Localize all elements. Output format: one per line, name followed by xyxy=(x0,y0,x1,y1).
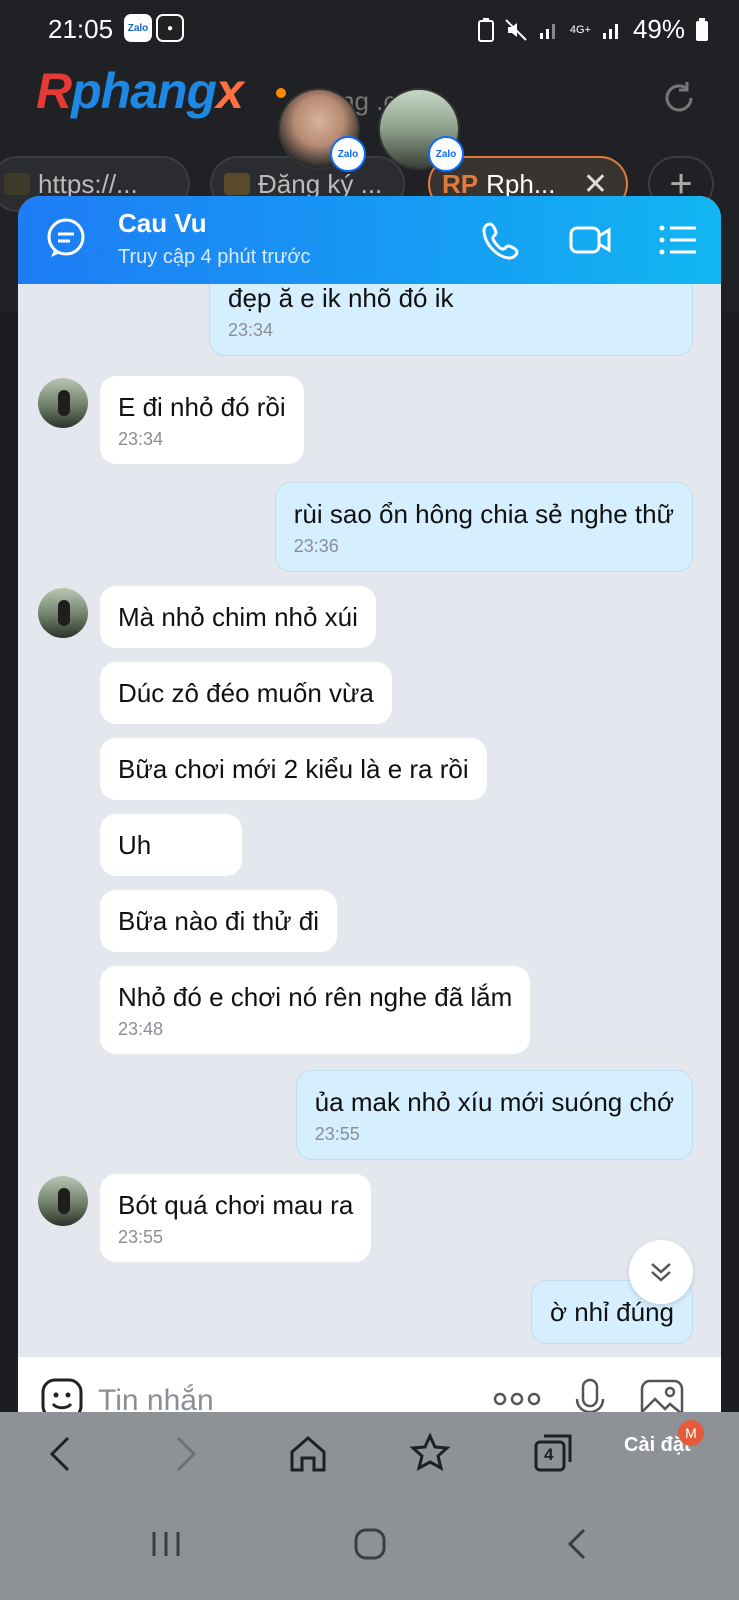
back-icon[interactable] xyxy=(40,1432,84,1476)
list-menu-icon[interactable] xyxy=(656,218,700,262)
browser-toolbar: 4 Cài đặt M xyxy=(0,1412,739,1492)
site-logo[interactable]: Rphangx xyxy=(36,62,244,120)
back-chevron-icon[interactable] xyxy=(556,1522,600,1566)
message-incoming[interactable]: Bữa chơi mới 2 kiểu là e ra rồi xyxy=(100,738,487,800)
message-text: E đi nhỏ đó rồi xyxy=(118,392,286,422)
status-time: 21:05 xyxy=(48,14,114,44)
message-time: 23:34 xyxy=(118,429,164,449)
zalo-badge-icon: Zalo xyxy=(428,136,464,172)
message-text: đẹp ă e ik nhõ đó ik xyxy=(228,284,454,313)
contact-status: Truy cập 4 phút trước xyxy=(118,246,311,268)
status-bar: 21:05 Zalo ● 4G+ 49% xyxy=(0,0,739,58)
reload-icon[interactable] xyxy=(659,78,699,118)
message-text: Nhỏ đó e chơi nó rên nghe đã lắm xyxy=(118,982,513,1012)
message-text: Uh xyxy=(118,830,152,860)
battery-percent: 49% xyxy=(632,14,685,44)
tab-favicon xyxy=(224,173,250,195)
bookmark-star-icon[interactable] xyxy=(408,1432,452,1476)
signal-icon-2 xyxy=(602,23,618,39)
mute-icon xyxy=(505,18,527,41)
forward-icon[interactable] xyxy=(162,1432,206,1476)
recents-icon[interactable] xyxy=(144,1522,188,1566)
message-text: Bữa chơi mới 2 kiểu là e ra rồi xyxy=(118,754,469,784)
double-chevron-down-icon xyxy=(651,1263,671,1282)
message-incoming[interactable]: Mà nhỏ chim nhỏ xúi xyxy=(100,586,376,648)
tab-count: 4 xyxy=(544,1445,554,1464)
message-outgoing[interactable]: ủa mak nhỏ xíu mới suóng chớ 23:55 xyxy=(295,1070,693,1160)
chat-window: Cau Vu Truy cập 4 phút trước đẹp ă e ik … xyxy=(18,196,721,1444)
message-text: rùi sao ổn hông chia sẻ nghe thữ xyxy=(293,499,674,529)
zalo-badge-icon: Zalo xyxy=(330,136,366,172)
scroll-to-bottom-button[interactable] xyxy=(629,1240,693,1304)
message-text: Bót quá chơi mau ra xyxy=(118,1190,354,1220)
battery-saver-icon xyxy=(477,17,494,42)
tab-favicon-rp: RP xyxy=(442,168,479,199)
logo-word: phang xyxy=(71,63,217,119)
message-time: 23:36 xyxy=(293,536,339,556)
message-incoming[interactable]: Dúc zô đéo muốn vừa xyxy=(100,662,392,724)
message-incoming[interactable]: Uh xyxy=(100,814,242,876)
tabs-icon[interactable]: 4 xyxy=(532,1432,576,1476)
message-text: Bữa nào đi thử đi xyxy=(118,906,320,936)
message-outgoing[interactable]: rùi sao ổn hông chia sẻ nghe thữ 23:36 xyxy=(274,482,693,572)
message-incoming[interactable]: E đi nhỏ đó rồi 23:34 xyxy=(100,376,304,464)
message-outgoing[interactable]: đẹp ă e ik nhõ đó ik 23:34 xyxy=(209,284,693,356)
avatar[interactable] xyxy=(38,378,88,428)
message-text: ủa mak nhỏ xíu mới suóng chớ xyxy=(314,1087,674,1117)
tabs-frame-icon xyxy=(534,1434,572,1472)
message-incoming[interactable]: Bót quá chơi mau ra 23:55 xyxy=(100,1174,372,1262)
home-icon[interactable] xyxy=(286,1432,330,1476)
message-list[interactable]: đẹp ă e ik nhõ đó ik 23:34 E đi nhỏ đó r… xyxy=(18,284,721,1356)
tab-label: Đăng ký ... xyxy=(258,168,383,199)
avatar[interactable] xyxy=(38,588,88,638)
tab-label: https://... xyxy=(38,168,138,199)
message-incoming[interactable]: Nhỏ đó e chơi nó rên nghe đã lắm 23:48 xyxy=(100,966,531,1054)
chat-header: Cau Vu Truy cập 4 phút trước xyxy=(18,196,721,284)
menu-badge: M xyxy=(678,1420,704,1446)
message-text: Dúc zô đéo muốn vừa xyxy=(118,678,374,708)
tab-label: Rph... xyxy=(486,168,556,199)
message-text: Mà nhỏ chim nhỏ xúi xyxy=(118,602,358,632)
avatar[interactable] xyxy=(38,1176,88,1226)
more-dots-icon[interactable] xyxy=(492,1387,542,1411)
battery-icon xyxy=(696,17,708,41)
signal-icon xyxy=(539,23,555,39)
app-notification-icon: ● xyxy=(156,14,184,42)
message-incoming[interactable]: Bữa nào đi thử đi xyxy=(100,890,338,952)
video-camera-icon[interactable] xyxy=(568,218,612,262)
network-type: 4G+ xyxy=(569,23,591,36)
message-time: 23:48 xyxy=(118,1019,164,1039)
browser-top-bar: Rphangx ng .com xyxy=(0,58,739,158)
phone-icon[interactable] xyxy=(480,218,524,262)
zalo-notification-icon: Zalo xyxy=(124,14,152,42)
logo-letter-x: x xyxy=(216,63,244,119)
tab-favicon xyxy=(4,173,30,195)
secure-dot xyxy=(276,88,286,98)
message-time: 23:55 xyxy=(314,1124,360,1144)
message-time: 23:55 xyxy=(118,1227,164,1247)
logo-letter-r: R xyxy=(36,63,72,119)
contact-name[interactable]: Cau Vu xyxy=(118,208,207,239)
home-circle-icon[interactable] xyxy=(348,1522,392,1566)
message-time: 23:34 xyxy=(228,320,274,340)
system-navigation-bar xyxy=(0,1492,739,1600)
status-right-group: 4G+ 49% xyxy=(477,14,709,45)
chat-bubble-icon[interactable] xyxy=(44,216,88,260)
